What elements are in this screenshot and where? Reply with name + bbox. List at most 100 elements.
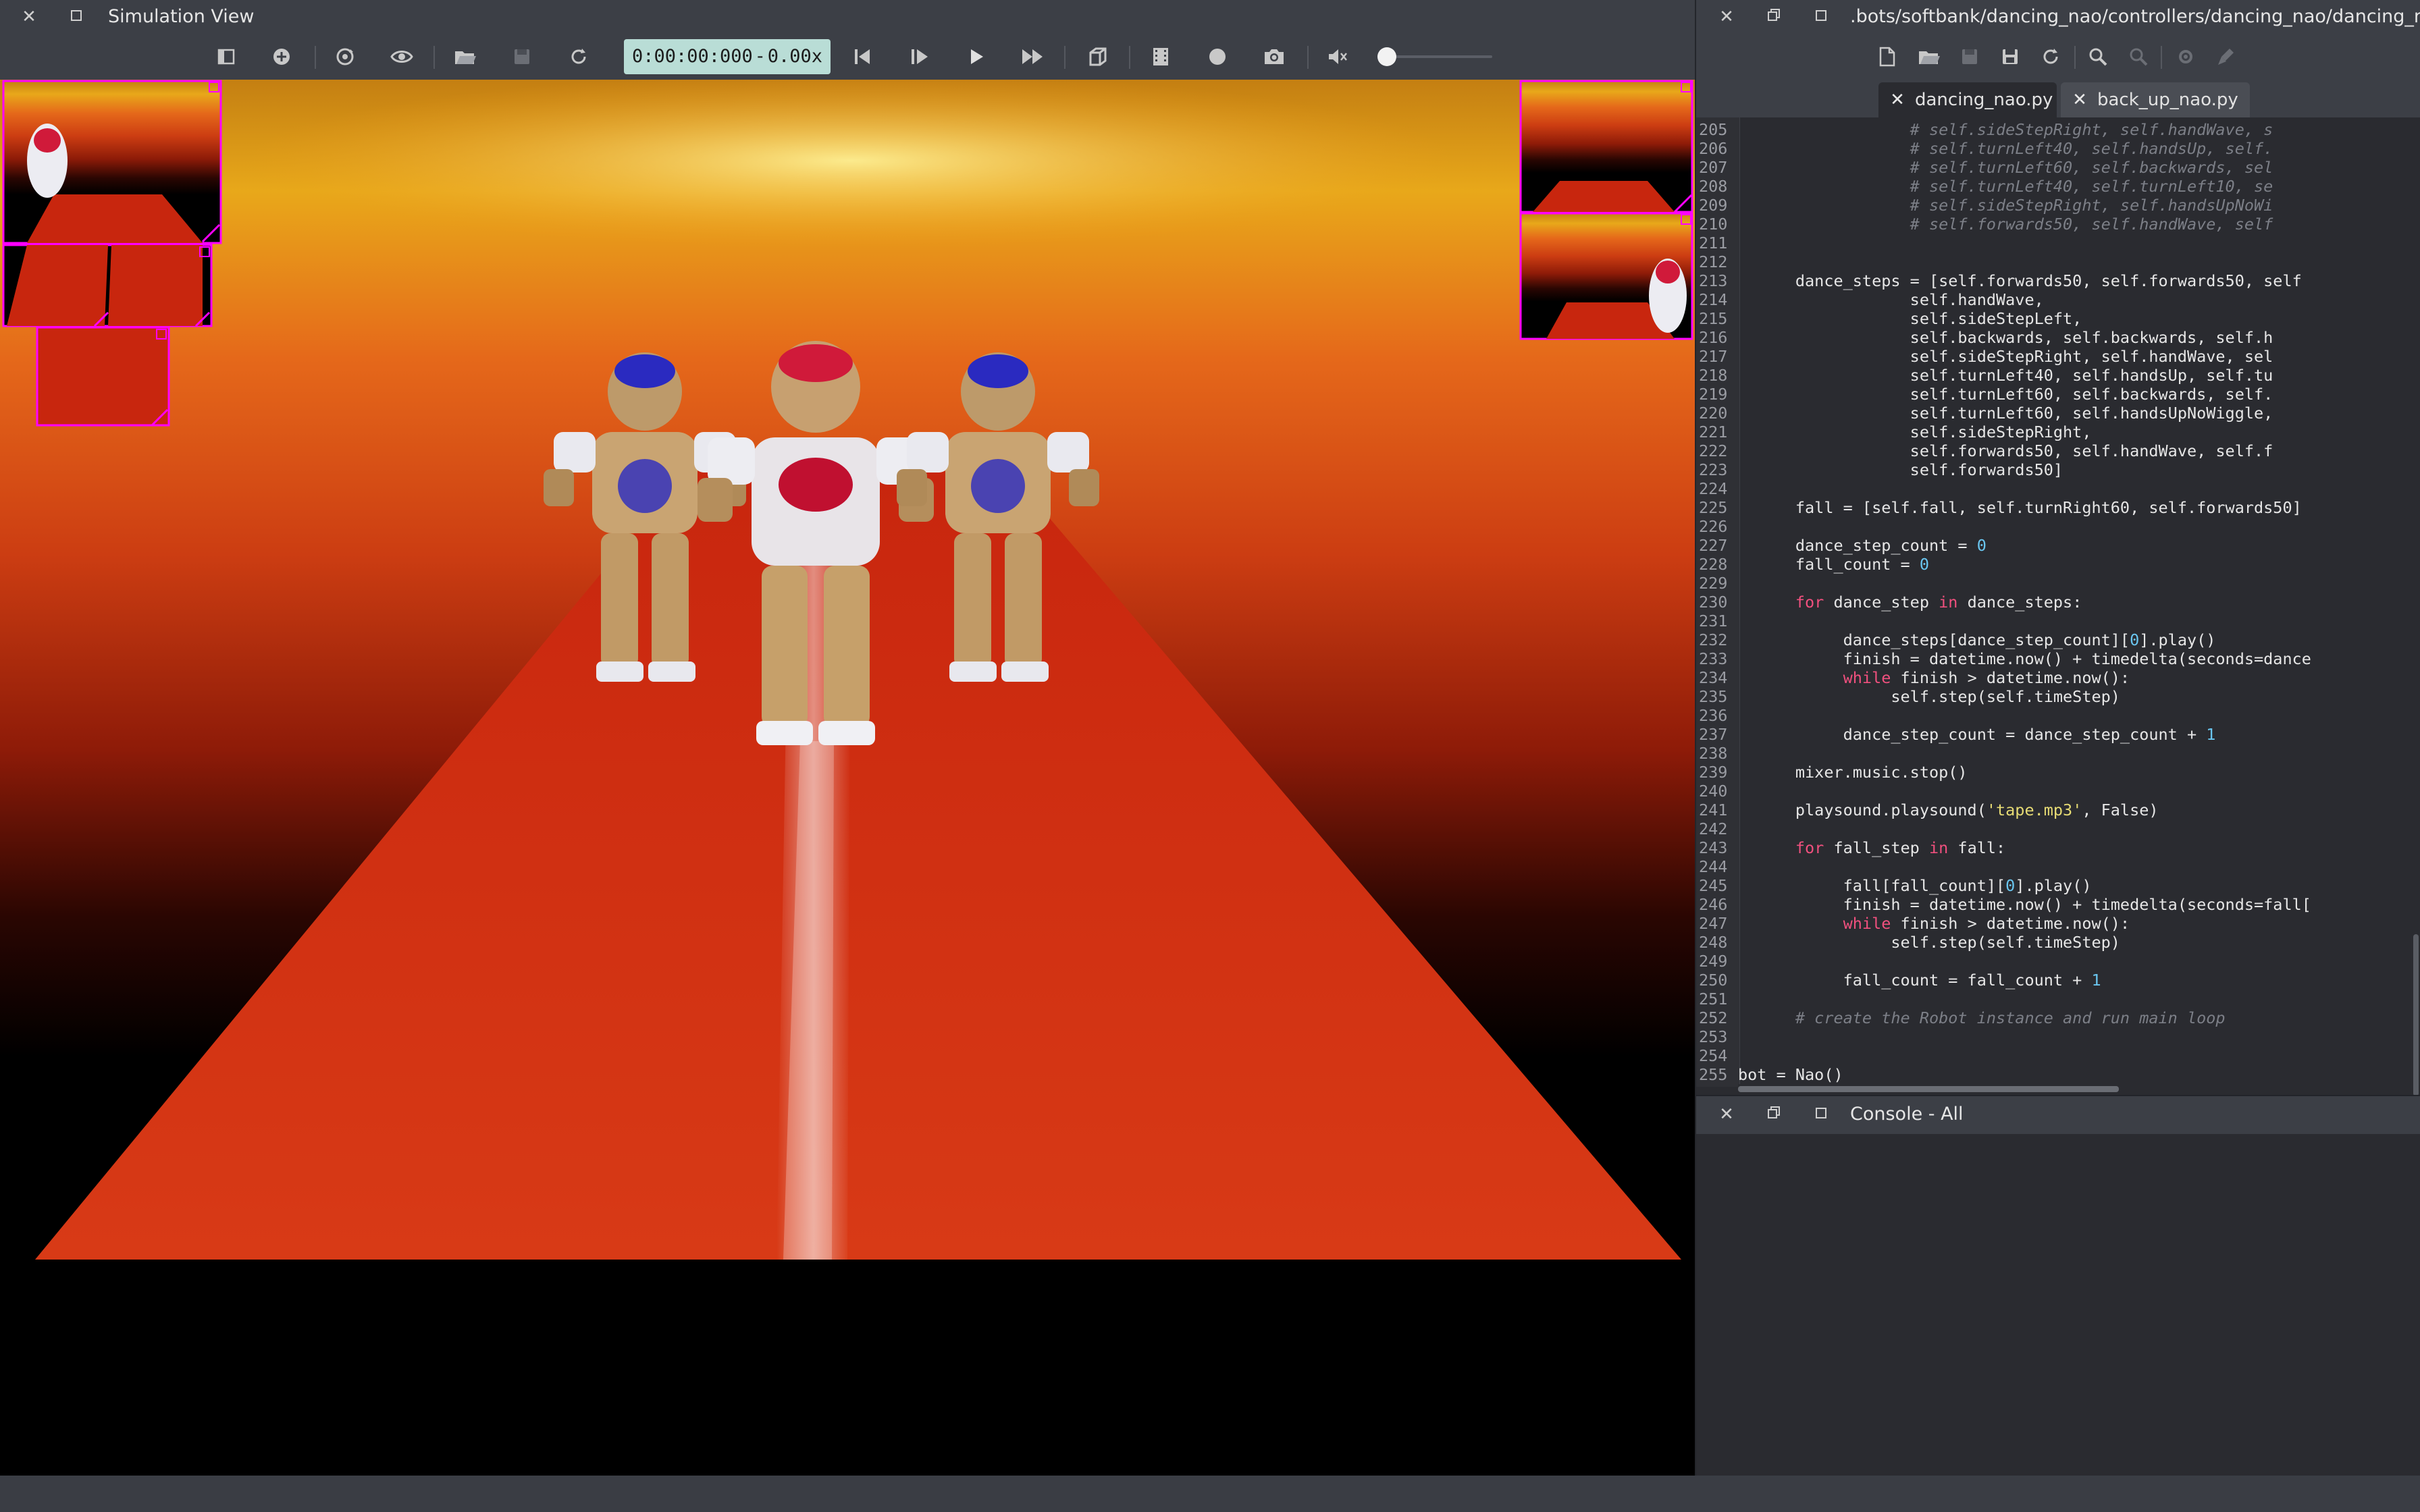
find-icon[interactable] (2081, 40, 2115, 73)
float-icon[interactable] (1761, 4, 1787, 30)
code-line[interactable]: 240 (1696, 782, 2412, 801)
code-line[interactable]: 237 dance_step_count = dance_step_count … (1696, 725, 2412, 744)
volume-slider[interactable] (1377, 47, 1492, 66)
code-line[interactable]: 222 self.forwards50, self.handWave, self… (1696, 441, 2412, 460)
code-line[interactable]: 223 self.forwards50] (1696, 460, 2412, 479)
maximize-icon[interactable] (1808, 4, 1834, 30)
camera-overlay-right-second[interactable] (1519, 212, 1693, 340)
save-world-icon[interactable] (505, 40, 539, 73)
volume-knob[interactable] (1377, 47, 1396, 66)
code-line[interactable]: 253 (1696, 1027, 2412, 1046)
camera-icon[interactable] (1257, 40, 1291, 73)
code-line[interactable]: 248 self.step(self.timeStep) (1696, 933, 2412, 952)
code-line[interactable]: 233 finish = datetime.now() + timedelta(… (1696, 649, 2412, 668)
step-icon[interactable] (902, 40, 936, 73)
camera-overlay-top-right[interactable] (1519, 80, 1693, 213)
camera-overlay-third[interactable] (36, 326, 170, 427)
film-icon[interactable] (1144, 40, 1178, 73)
code-line[interactable]: 242 (1696, 819, 2412, 838)
code-line[interactable]: 208 # self.turnLeft40, self.turnLeft10, … (1696, 177, 2412, 196)
revert-icon[interactable] (2034, 40, 2068, 73)
code-line[interactable]: 216 self.backwards, self.backwards, self… (1696, 328, 2412, 347)
scrollbar-thumb[interactable] (1738, 1086, 2119, 1092)
simulation-3d-viewport[interactable] (0, 80, 1695, 1476)
code-line[interactable]: 210 # self.forwards50, self.handWave, se… (1696, 215, 2412, 234)
code-line[interactable]: 236 (1696, 706, 2412, 725)
code-line[interactable]: 221 self.sideStepRight, (1696, 423, 2412, 441)
record-icon[interactable] (1201, 40, 1234, 73)
code-line[interactable]: 241 playsound.playsound('tape.mp3', Fals… (1696, 801, 2412, 819)
float-icon[interactable] (1761, 1102, 1787, 1127)
close-tab-icon[interactable]: ✕ (1888, 82, 1907, 117)
code-line[interactable]: 235 self.step(self.timeStep) (1696, 687, 2412, 706)
code-line[interactable]: 224 (1696, 479, 2412, 498)
editor-horizontal-scrollbar[interactable] (1738, 1084, 2412, 1094)
scrollbar-thumb[interactable] (2413, 934, 2419, 1096)
code-line[interactable]: 207 # self.turnLeft60, self.backwards, s… (1696, 158, 2412, 177)
eye-icon[interactable] (385, 40, 419, 73)
fast-forward-icon[interactable] (1016, 40, 1049, 73)
code-line[interactable]: 238 (1696, 744, 2412, 763)
code-line[interactable]: 218 self.turnLeft40, self.handsUp, self.… (1696, 366, 2412, 385)
close-tab-icon[interactable]: ✕ (2070, 82, 2089, 117)
replace-icon[interactable] (2122, 40, 2155, 73)
reload-icon[interactable] (562, 40, 596, 73)
code-line[interactable]: 251 (1696, 990, 2412, 1008)
code-line[interactable]: 229 (1696, 574, 2412, 593)
code-line[interactable]: 215 self.sideStepLeft, (1696, 309, 2412, 328)
code-line[interactable]: 250 fall_count = fall_count + 1 (1696, 971, 2412, 990)
console-panel[interactable]: ✕ Console - All (1696, 1095, 2420, 1476)
code-line[interactable]: 228 fall_count = 0 (1696, 555, 2412, 574)
code-line[interactable]: 252 # create the Robot instance and run … (1696, 1008, 2412, 1027)
camera-overlay-second[interactable] (2, 244, 213, 327)
code-line[interactable]: 214 self.handWave, (1696, 290, 2412, 309)
code-line[interactable]: 211 (1696, 234, 2412, 252)
add-node-icon[interactable] (265, 40, 298, 73)
open-folder-icon[interactable] (448, 40, 482, 73)
code-line[interactable]: 254 (1696, 1046, 2412, 1065)
save-icon[interactable] (1953, 40, 1987, 73)
code-line[interactable]: 213 dance_steps = [self.forwards50, self… (1696, 271, 2412, 290)
code-line[interactable]: 205 # self.sideStepRight, self.handWave,… (1696, 120, 2412, 139)
code-line[interactable]: 234 while finish > datetime.now(): (1696, 668, 2412, 687)
code-line[interactable]: 245 fall[fall_count][0].play() (1696, 876, 2412, 895)
camera-overlay-top-left[interactable] (2, 80, 222, 244)
cube-view-icon[interactable] (1080, 40, 1114, 73)
close-icon[interactable]: ✕ (16, 4, 42, 30)
step-back-icon[interactable] (845, 40, 879, 73)
code-line[interactable]: 212 (1696, 252, 2412, 271)
code-line[interactable]: 220 self.turnLeft60, self.handsUpNoWiggl… (1696, 404, 2412, 423)
maximize-icon[interactable] (63, 4, 89, 30)
code-editor[interactable]: 205 # self.sideStepRight, self.handWave,… (1696, 117, 2412, 1087)
view-rotate-icon[interactable] (328, 40, 362, 73)
code-line[interactable]: 239 mixer.music.stop() (1696, 763, 2412, 782)
open-file-icon[interactable] (1912, 40, 1946, 73)
save-as-icon[interactable] (1993, 40, 2027, 73)
code-line[interactable]: 231 (1696, 612, 2412, 630)
close-icon[interactable]: ✕ (1714, 1102, 1739, 1127)
editor-vertical-scrollbar[interactable] (2412, 117, 2420, 1096)
sidebar-toggle-icon[interactable] (209, 40, 243, 73)
code-line[interactable]: 230 for dance_step in dance_steps: (1696, 593, 2412, 612)
build-icon[interactable] (2169, 40, 2203, 73)
mute-icon[interactable] (1321, 40, 1354, 73)
code-line[interactable]: 255 bot = Nao() (1696, 1065, 2412, 1084)
code-line[interactable]: 219 self.turnLeft60, self.backwards, sel… (1696, 385, 2412, 404)
maximize-icon[interactable] (1808, 1102, 1834, 1127)
code-line[interactable]: 246 finish = datetime.now() + timedelta(… (1696, 895, 2412, 914)
code-line[interactable]: 206 # self.turnLeft40, self.handsUp, sel… (1696, 139, 2412, 158)
code-line[interactable]: 244 (1696, 857, 2412, 876)
tab-back-up-nao[interactable]: ✕ back_up_nao.py (2061, 82, 2250, 117)
code-line[interactable]: 217 self.sideStepRight, self.handWave, s… (1696, 347, 2412, 366)
code-line[interactable]: 209 # self.sideStepRight, self.handsUpNo… (1696, 196, 2412, 215)
code-line[interactable]: 232 dance_steps[dance_step_count][0].pla… (1696, 630, 2412, 649)
code-line[interactable]: 225 fall = [self.fall, self.turnRight60,… (1696, 498, 2412, 517)
code-line[interactable]: 243 for fall_step in fall: (1696, 838, 2412, 857)
code-line[interactable]: 227 dance_step_count = 0 (1696, 536, 2412, 555)
code-line[interactable]: 247 while finish > datetime.now(): (1696, 914, 2412, 933)
clean-icon[interactable] (2209, 40, 2243, 73)
new-file-icon[interactable] (1870, 40, 1904, 73)
close-icon[interactable]: ✕ (1714, 4, 1739, 30)
code-line[interactable]: 226 (1696, 517, 2412, 536)
code-line[interactable]: 249 (1696, 952, 2412, 971)
